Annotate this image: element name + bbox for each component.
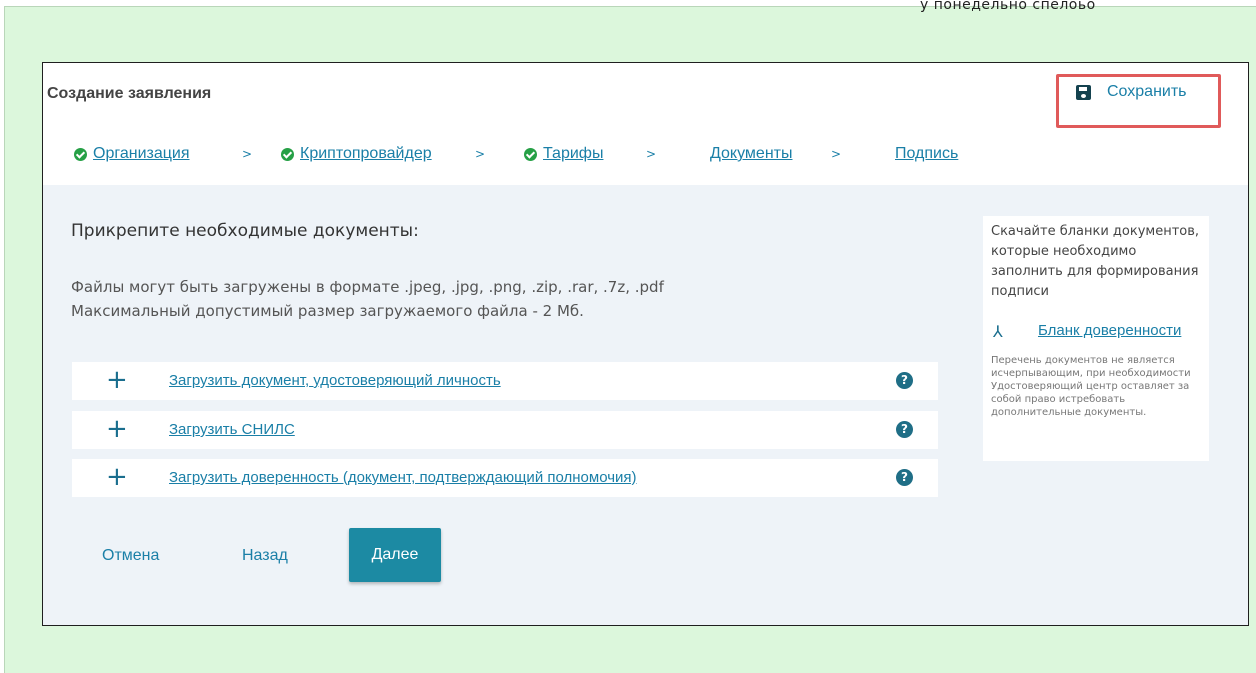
upload-row-snils: + Загрузить СНИЛС ? [72, 411, 938, 449]
upload-requirements: Файлы могут быть загружены в формате .jp… [71, 275, 664, 323]
plus-icon[interactable]: + [106, 366, 128, 394]
download-instructions: Скачайте бланки документов, которые необ… [991, 224, 1200, 299]
documents-note: Перечень документов не является исчерпыв… [991, 355, 1191, 418]
upload-identity-link[interactable]: Загрузить документ, удостоверяющий лично… [169, 372, 501, 389]
plus-icon[interactable]: + [106, 463, 128, 491]
question-circle-icon[interactable]: ? [896, 421, 913, 438]
step-label: Документы [710, 145, 793, 162]
upload-row-power-of-attorney: + Загрузить доверенность (документ, подт… [72, 459, 938, 497]
step-separator: > [242, 147, 253, 161]
page-background: у понедельно спелоьо Создание заявления … [4, 0, 1256, 673]
page-title: Создание заявления [47, 85, 212, 102]
upload-power-of-attorney-link[interactable]: Загрузить доверенность (документ, подтве… [169, 469, 637, 486]
section-heading: Прикрепите необходимые документы: [71, 221, 419, 241]
step-organization[interactable]: Организация [74, 145, 190, 163]
step-tariffs[interactable]: Тарифы [524, 145, 603, 163]
step-separator: > [646, 147, 657, 161]
step-crypto-provider[interactable]: Криптопровайдер [281, 145, 432, 163]
upload-row-identity: + Загрузить документ, удостоверяющий лич… [72, 362, 938, 400]
step-documents[interactable]: Документы [710, 145, 792, 163]
pdf-icon: ⅄ [993, 322, 1003, 341]
allowed-formats-text: Файлы могут быть загружены в формате .jp… [71, 278, 664, 296]
forms-download-panel: Скачайте бланки документов, которые необ… [983, 216, 1209, 461]
back-button[interactable]: Назад [242, 547, 288, 565]
step-label: Тарифы [543, 145, 604, 162]
form-header: Создание заявления Сохранить Организация… [43, 63, 1248, 185]
cropped-top-text: у понедельно спелоьо [920, 0, 1096, 13]
application-form-card: Создание заявления Сохранить Организация… [42, 62, 1249, 626]
plus-icon[interactable]: + [106, 415, 128, 443]
documents-section: Прикрепите необходимые документы: Файлы … [43, 185, 1248, 625]
step-label: Организация [93, 145, 190, 162]
save-button[interactable]: Сохранить [1076, 83, 1187, 101]
cancel-button[interactable]: Отмена [102, 547, 159, 565]
question-circle-icon[interactable]: ? [896, 469, 913, 486]
check-circle-icon [524, 147, 537, 161]
step-label: Подпись [895, 145, 959, 162]
check-circle-icon [281, 147, 294, 161]
step-navigation: Организация > Криптопровайдер > Тарифы >… [43, 145, 1248, 169]
step-separator: > [475, 147, 486, 161]
step-signature[interactable]: Подпись [895, 145, 958, 163]
save-button-label: Сохранить [1107, 83, 1187, 100]
next-button[interactable]: Далее [349, 528, 441, 582]
upload-snils-link[interactable]: Загрузить СНИЛС [169, 421, 295, 438]
step-label: Криптопровайдер [300, 145, 432, 162]
check-circle-icon [74, 147, 87, 161]
question-circle-icon[interactable]: ? [896, 372, 913, 389]
max-size-text: Максимальный допустимый размер загружаем… [71, 302, 584, 320]
floppy-disk-icon [1076, 84, 1091, 100]
power-of-attorney-form-link[interactable]: Бланк доверенности [1038, 322, 1181, 339]
step-separator: > [831, 147, 842, 161]
